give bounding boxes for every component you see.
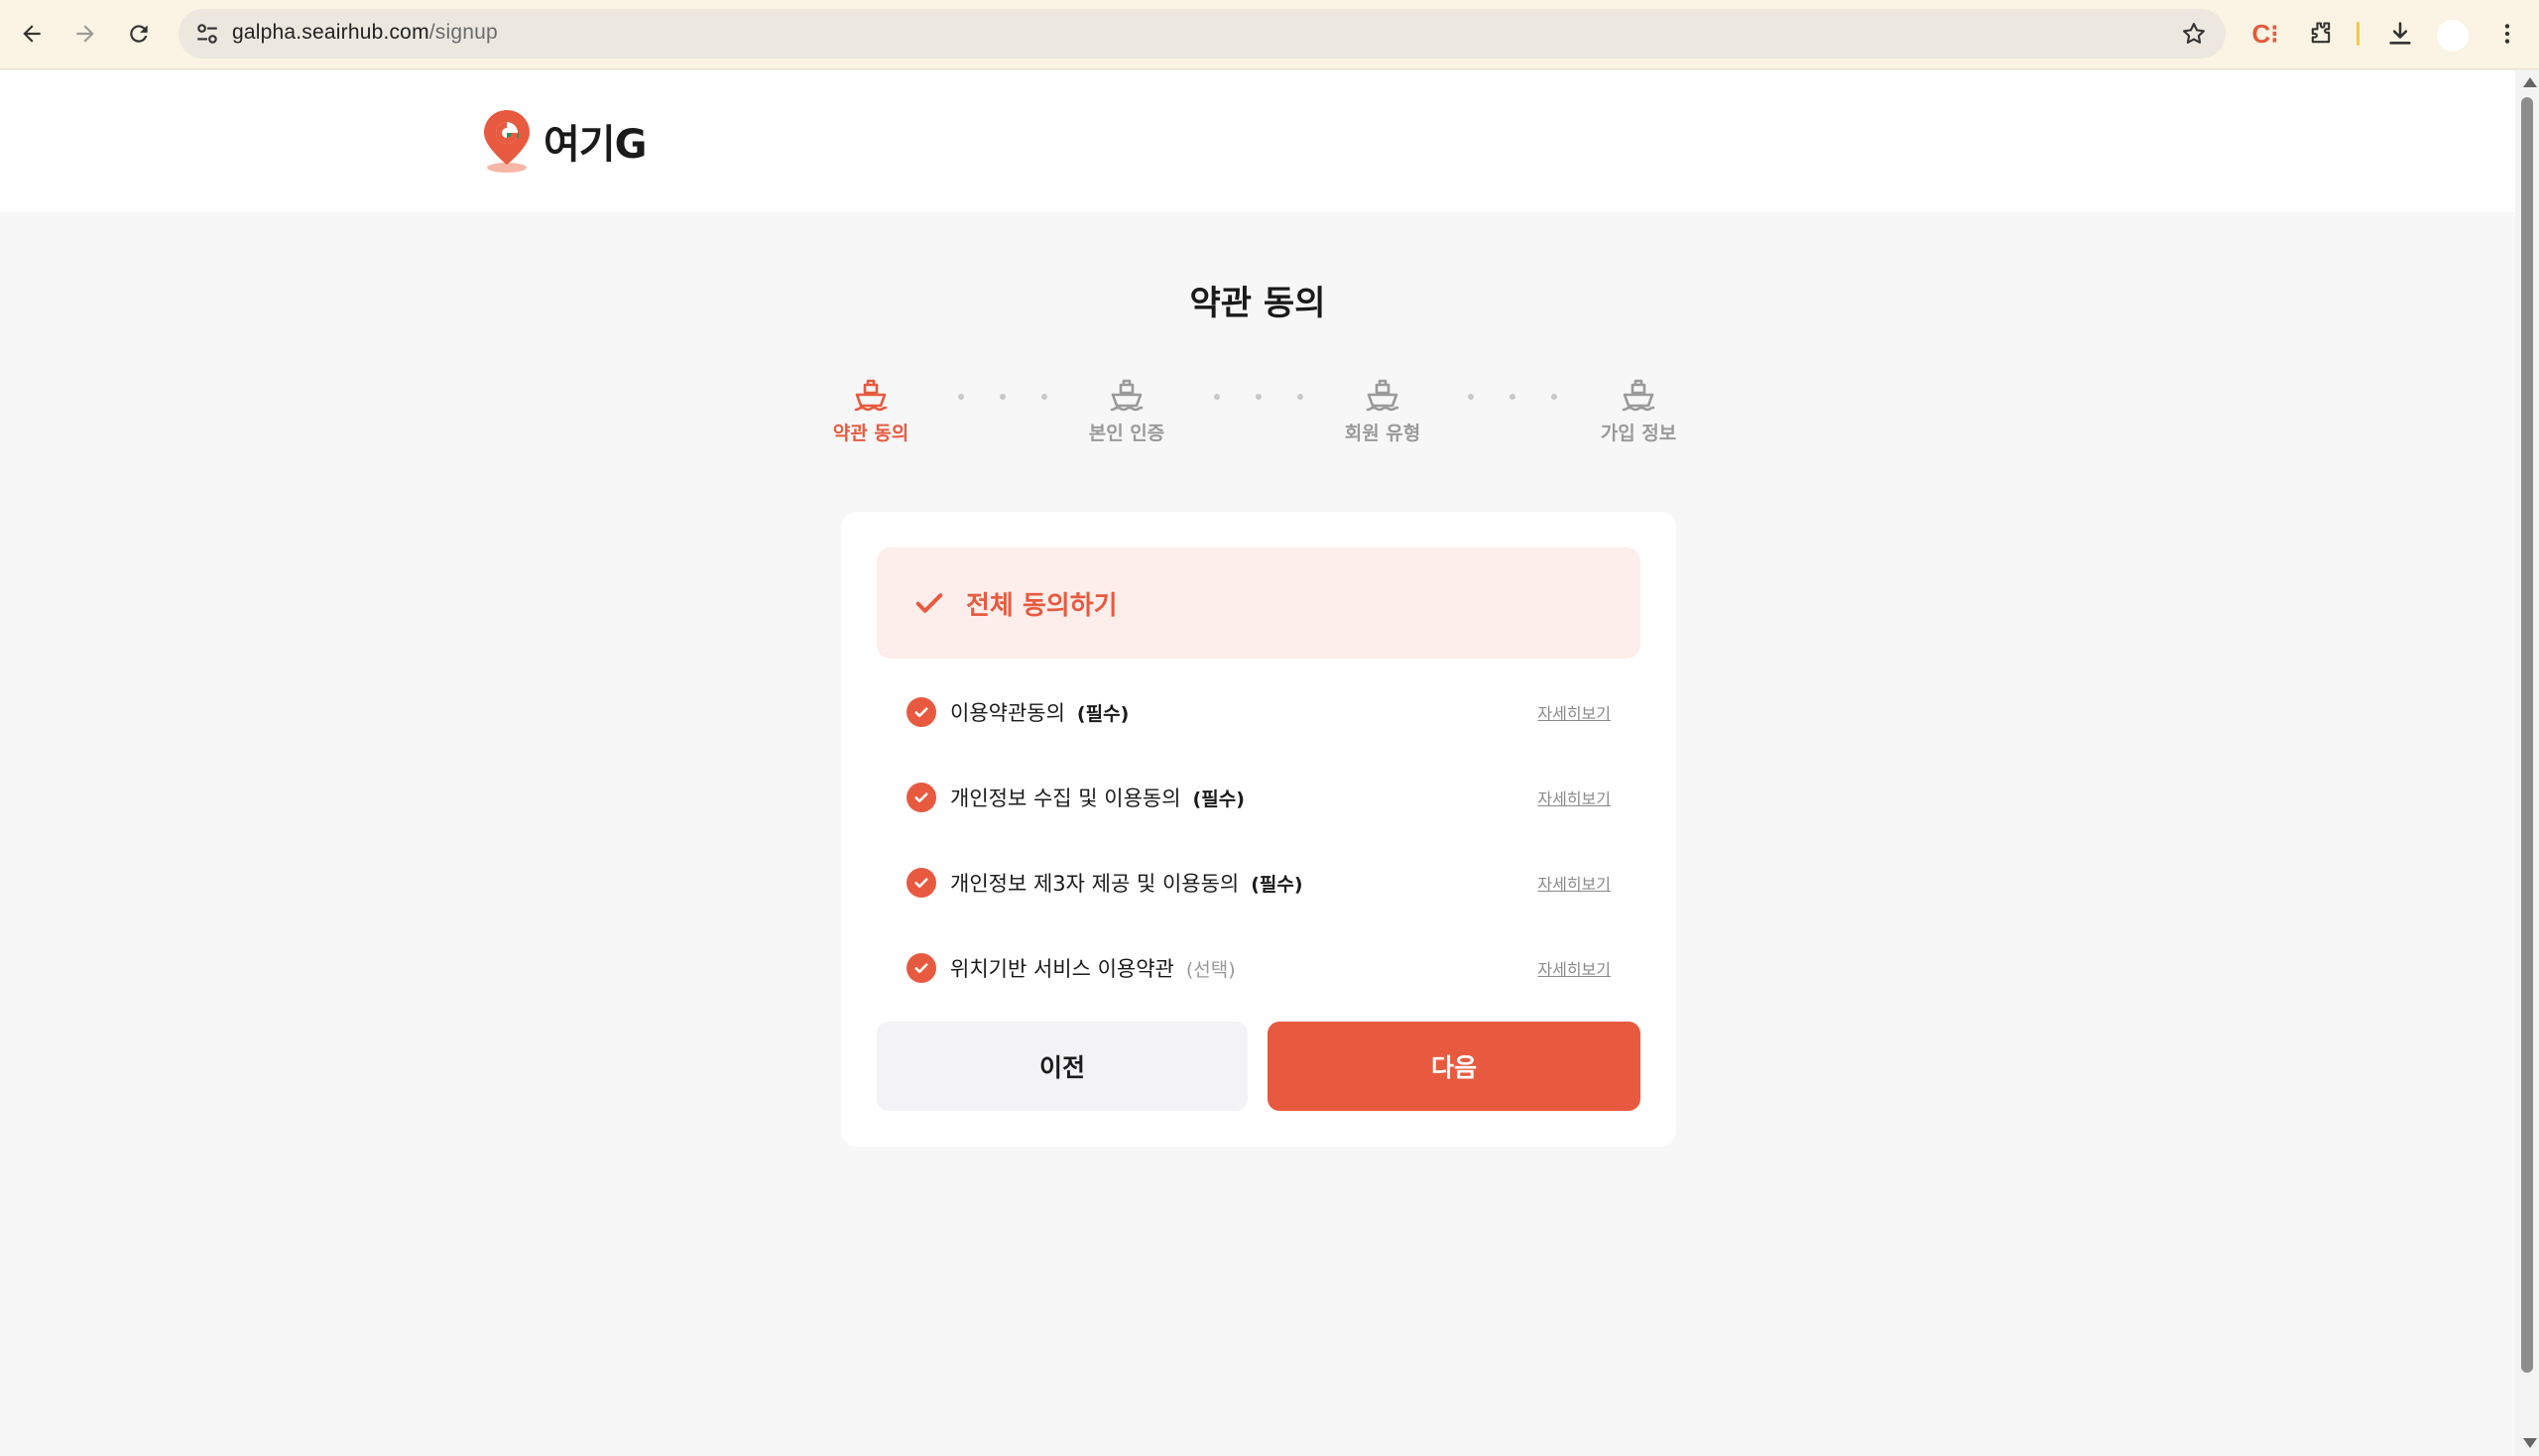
term-required-tag: (필수) xyxy=(1076,702,1130,725)
step-separator-dot xyxy=(1468,394,1474,400)
term-optional-tag: (선택) xyxy=(1185,958,1236,981)
step-signup-info: 가입 정보 xyxy=(1579,377,1698,445)
scroll-down-arrow-icon[interactable] xyxy=(2523,1438,2537,1448)
step-label: 약관 동의 xyxy=(832,423,909,444)
toolbar-divider xyxy=(2357,22,2359,46)
ship-icon xyxy=(854,379,888,412)
step-separator-dot xyxy=(1551,394,1557,400)
agree-all-label: 전체 동의하기 xyxy=(966,590,1118,621)
logo-pin-icon xyxy=(484,110,530,173)
step-separator-dot xyxy=(1000,394,1006,400)
url-text[interactable]: galpha.seairhub.com/signup xyxy=(232,21,498,45)
back-button[interactable] xyxy=(12,14,52,54)
step-label: 가입 정보 xyxy=(1600,423,1677,444)
menu-kebab-icon[interactable] xyxy=(2491,18,2523,50)
profile-avatar[interactable] xyxy=(2437,20,2469,52)
term-row-location: 위치기반 서비스 이용약관 (선택) 자세히보기 xyxy=(907,948,1611,988)
term-checkbox-checked-icon[interactable] xyxy=(907,697,936,727)
site-settings-icon[interactable] xyxy=(194,21,220,47)
step-separator-dot xyxy=(958,394,964,400)
step-verification: 본인 인증 xyxy=(1067,377,1186,445)
step-separator-dot xyxy=(1041,394,1047,400)
checkmark-icon xyxy=(915,593,943,613)
download-icon[interactable] xyxy=(2384,18,2416,50)
reload-button[interactable] xyxy=(119,14,159,54)
step-member-type: 회원 유형 xyxy=(1323,377,1442,445)
signup-stepper: 약관 동의 본인 인증 회원 유형 가입 정보 xyxy=(811,377,1704,456)
step-terms: 약관 동의 xyxy=(811,377,930,445)
term-required-tag: (필수) xyxy=(1192,788,1245,810)
logo-text: 여기G xyxy=(544,122,647,168)
term-checkbox-checked-icon[interactable] xyxy=(907,868,936,898)
ship-icon xyxy=(1110,379,1144,412)
step-separator-dot xyxy=(1256,394,1262,400)
term-checkbox-checked-icon[interactable] xyxy=(907,953,936,983)
url-path: /signup xyxy=(428,21,498,44)
term-required-tag: (필수) xyxy=(1251,873,1303,896)
forward-button[interactable] xyxy=(65,14,105,54)
term-detail-link[interactable]: 자세히보기 xyxy=(1537,871,1611,895)
term-row-terms-of-use: 이용약관동의 (필수) 자세히보기 xyxy=(907,692,1611,732)
term-row-third-party: 개인정보 제3자 제공 및 이용동의 (필수) 자세히보기 xyxy=(907,863,1611,903)
term-name: 이용약관동의 xyxy=(950,701,1065,725)
term-name: 개인정보 제3자 제공 및 이용동의 xyxy=(950,872,1240,896)
step-separator-dot xyxy=(1297,394,1303,400)
arrow-right-icon xyxy=(76,25,94,43)
term-name: 위치기반 서비스 이용약관 xyxy=(950,957,1174,981)
bookmark-star-icon[interactable] xyxy=(2180,20,2208,48)
agree-all-button[interactable]: 전체 동의하기 xyxy=(877,547,1640,659)
browser-toolbar: galpha.seairhub.com/signup C⁝ xyxy=(0,0,2539,69)
site-logo[interactable]: 여기G xyxy=(482,108,647,174)
scroll-up-arrow-icon[interactable] xyxy=(2523,77,2537,87)
term-detail-link[interactable]: 자세히보기 xyxy=(1537,700,1611,724)
term-detail-link[interactable]: 자세히보기 xyxy=(1537,956,1611,980)
step-separator-dot xyxy=(1510,394,1515,400)
term-detail-link[interactable]: 자세히보기 xyxy=(1537,786,1611,809)
terms-card: 전체 동의하기 이용약관동의 (필수) 자세히보기 개인정보 수집 및 이용동의… xyxy=(841,512,1676,1147)
next-button[interactable]: 다음 xyxy=(1268,1022,1640,1111)
step-separator-dot xyxy=(1214,394,1220,400)
page-scrollbar[interactable] xyxy=(2515,69,2539,1456)
step-label: 회원 유형 xyxy=(1344,423,1421,444)
address-bar[interactable]: galpha.seairhub.com/signup xyxy=(179,9,2226,59)
extension-c-icon[interactable]: C⁝ xyxy=(2249,18,2281,50)
page-title: 약관 동의 xyxy=(1189,284,1326,323)
url-host: galpha.seairhub.com xyxy=(232,21,429,44)
site-header: 여기G xyxy=(0,70,2515,212)
arrow-left-icon xyxy=(23,25,41,43)
ship-icon xyxy=(1622,379,1655,412)
reload-icon xyxy=(130,25,148,43)
scroll-thumb[interactable] xyxy=(2521,97,2533,1373)
term-name: 개인정보 수집 및 이용동의 xyxy=(950,787,1181,810)
term-checkbox-checked-icon[interactable] xyxy=(907,783,936,812)
step-label: 본인 인증 xyxy=(1088,423,1165,444)
prev-button[interactable]: 이전 xyxy=(877,1022,1248,1111)
ship-icon xyxy=(1366,379,1399,412)
extensions-puzzle-icon[interactable] xyxy=(2305,18,2337,50)
term-row-privacy-collection: 개인정보 수집 및 이용동의 (필수) 자세히보기 xyxy=(907,778,1611,817)
